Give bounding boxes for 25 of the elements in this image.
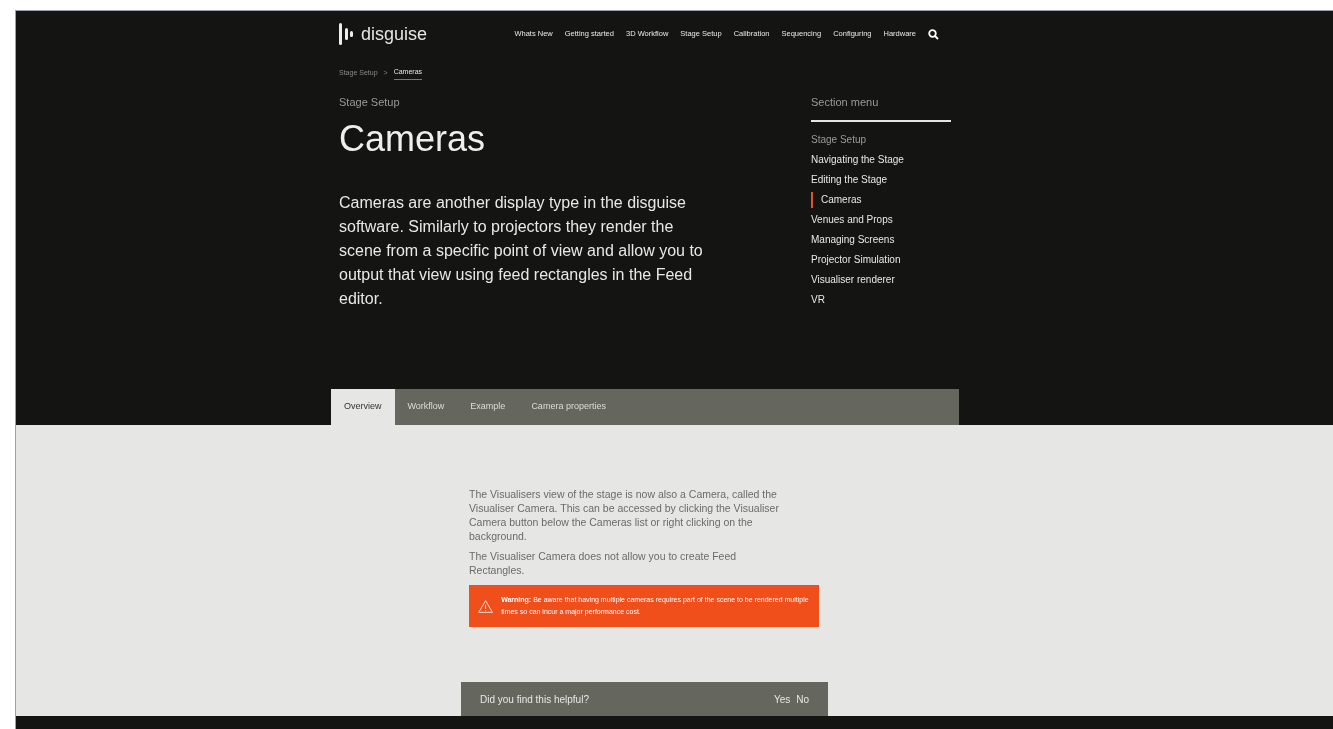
body-paragraph: The Visualisers view of the stage is now also a Camera, called the Visualiser Camera. This can be accessed by clicking the Visualiser Camera button below the Cameras list or right clicking on the background. (469, 487, 780, 543)
page-title: Cameras (339, 117, 487, 161)
section-menu-item[interactable]: Managing Screens (811, 232, 951, 248)
feedback-button[interactable]: Yes (773, 691, 791, 707)
tab[interactable]: Overview (331, 389, 395, 425)
section-menu-title: Section menu (811, 94, 880, 110)
feedback-question: Did you find this helpful? (480, 692, 589, 707)
section-menu-item[interactable]: Stage Setup (811, 132, 951, 148)
logo-text: disguise (361, 22, 428, 46)
tab[interactable]: Example (457, 389, 519, 425)
section-menu-item[interactable]: Navigating the Stage (811, 152, 951, 168)
section-label: Stage Setup (339, 94, 401, 110)
feedback-button[interactable]: No (796, 691, 809, 707)
search-icon[interactable] (928, 28, 939, 40)
section-menu-item[interactable]: Visualiser renderer (811, 272, 951, 288)
body-paragraph: The Visualiser Camera does not allow you to create Feed Rectangles. (469, 549, 738, 577)
section-menu-item[interactable]: Cameras (811, 192, 951, 208)
intro-paragraph: Cameras are another display type in the disguise software. Similarly to projectors they render the scene from a specific point of view and allow you to output that view using feed rectangles in the Feed editor. (339, 193, 704, 309)
section-menu-item[interactable]: VR (811, 292, 951, 308)
tab[interactable]: Camera properties (518, 389, 619, 425)
section-menu-item[interactable]: Editing the Stage (811, 172, 951, 188)
section-menu-item[interactable]: Projector Simulation (811, 252, 951, 268)
tab[interactable]: Workflow (394, 389, 458, 425)
logo-icon (339, 23, 355, 45)
section-menu-item[interactable]: Venues and Props (811, 212, 951, 228)
